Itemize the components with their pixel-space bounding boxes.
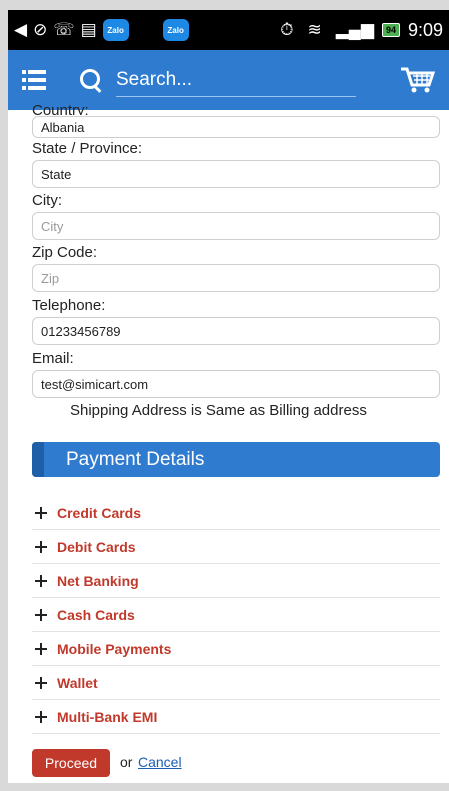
alarm-icon: ⏱ — [280, 20, 294, 39]
cancel-link[interactable]: Cancel — [138, 754, 182, 770]
payment-details-header: Payment Details — [32, 442, 440, 477]
telephone-field[interactable]: 01233456789 — [32, 317, 440, 345]
city-field[interactable]: City — [32, 212, 440, 240]
wifi-icon: ≋ — [307, 20, 322, 39]
device-frame: ◀ ⊘ ☏ ▤ Zalo Zalo ⏱ ≋ ▂▄▆ 94 9:09 Search… — [0, 0, 449, 791]
header-accent — [32, 442, 44, 477]
payment-option-label: Wallet — [57, 674, 98, 691]
clock: 9:09 — [407, 19, 443, 40]
country-select[interactable]: Albania — [32, 116, 440, 138]
proceed-button[interactable]: Proceed — [32, 749, 110, 777]
search-input[interactable]: Search... — [116, 63, 356, 97]
state-field[interactable]: State — [32, 160, 440, 188]
app-bar: Search... — [8, 50, 449, 110]
payment-option-label: Multi-Bank EMI — [57, 708, 158, 725]
state-label: State / Province: — [32, 140, 143, 157]
plus-icon — [35, 540, 47, 553]
zip-field[interactable]: Zip — [32, 264, 440, 292]
plus-icon — [35, 676, 47, 689]
same-address-note: Shipping Address is Same as Billing addr… — [70, 402, 367, 419]
app-grid-icon — [135, 19, 157, 41]
search-icon[interactable] — [80, 69, 102, 91]
back-arrow-icon: ◀ — [14, 20, 28, 39]
payment-option-multi-bank-emi[interactable]: Multi-Bank EMI — [32, 700, 440, 734]
menu-icon[interactable] — [22, 70, 46, 90]
payment-option-credit-cards[interactable]: Credit Cards — [32, 496, 440, 530]
payment-option-wallet[interactable]: Wallet — [32, 666, 440, 700]
plus-icon — [35, 642, 47, 655]
app-grid-icon — [195, 19, 217, 41]
email-field[interactable]: test@simicart.com — [32, 370, 440, 398]
payment-option-label: Credit Cards — [57, 504, 142, 521]
country-label: Country: — [32, 102, 89, 115]
payment-option-label: Net Banking — [57, 572, 139, 589]
email-label: Email: — [32, 350, 74, 367]
status-bar: ◀ ⊘ ☏ ▤ Zalo Zalo ⏱ ≋ ▂▄▆ 94 9:09 — [8, 10, 449, 50]
plus-icon — [35, 710, 47, 723]
signal-icon: ▂▄▆ — [335, 20, 374, 39]
payment-option-cash-cards[interactable]: Cash Cards — [32, 598, 440, 632]
zalo-icon: Zalo — [162, 19, 189, 41]
message-icon: ▤ — [80, 20, 97, 39]
payment-option-label: Cash Cards — [57, 606, 135, 623]
payment-option-mobile-payments[interactable]: Mobile Payments — [32, 632, 440, 666]
city-label: City: — [32, 192, 62, 209]
no-sim-icon: ⊘ — [33, 20, 48, 39]
battery-icon: 94 — [381, 23, 400, 37]
zip-label: Zip Code: — [32, 244, 98, 261]
payment-option-net-banking[interactable]: Net Banking — [32, 564, 440, 598]
or-text: or — [120, 754, 133, 770]
telephone-label: Telephone: — [32, 297, 106, 314]
payment-option-label: Debit Cards — [57, 538, 136, 555]
payment-option-label: Mobile Payments — [57, 640, 172, 657]
zalo-icon: Zalo — [102, 19, 129, 41]
plus-icon — [35, 608, 47, 621]
plus-icon — [35, 506, 47, 519]
screen: ◀ ⊘ ☏ ▤ Zalo Zalo ⏱ ≋ ▂▄▆ 94 9:09 Search… — [8, 10, 449, 783]
payment-details-title: Payment Details — [66, 449, 205, 470]
status-right: ⏱ ≋ ▂▄▆ 94 9:09 — [274, 19, 449, 41]
cart-icon[interactable] — [399, 65, 435, 95]
payment-option-debit-cards[interactable]: Debit Cards — [32, 530, 440, 564]
call-icon: ☏ — [53, 20, 75, 39]
plus-icon — [35, 574, 47, 587]
